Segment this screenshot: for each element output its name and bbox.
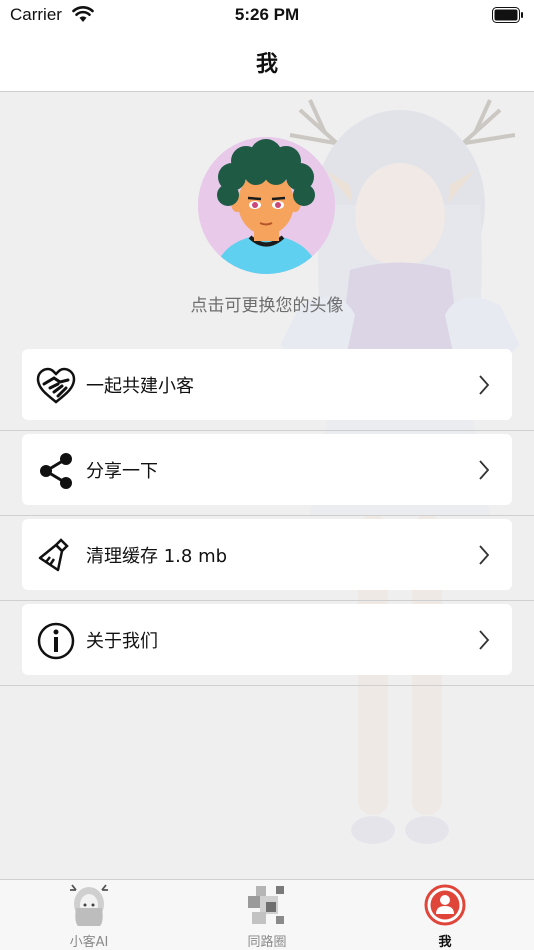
chevron-right-icon (479, 545, 490, 565)
settings-menu: 一起共建小客 分享一下 清理缓存 1.8 mb 关于我们 (0, 346, 534, 686)
tab-bar: 小客AI 同路圈 我 (0, 879, 534, 950)
menu-label: 一起共建小客 (86, 376, 194, 397)
menu-card[interactable]: 分享一下 (22, 434, 512, 505)
tab-me[interactable]: 我 (356, 880, 534, 950)
page-title: 我 (255, 52, 278, 77)
menu-label: 分享一下 (86, 461, 158, 482)
menu-label: 关于我们 (86, 631, 158, 652)
anime-girl-icon (70, 884, 108, 926)
tab-label: 我 (438, 935, 452, 950)
chevron-right-icon (479, 375, 490, 395)
tab-label: 小客AI (69, 935, 109, 950)
menu-card[interactable]: 一起共建小客 (22, 349, 512, 420)
menu-item-clear-cache[interactable]: 清理缓存 1.8 mb (0, 516, 534, 601)
grid-blocks-icon (248, 886, 284, 924)
menu-item-contribute[interactable]: 一起共建小客 (0, 346, 534, 431)
chevron-right-icon (479, 630, 490, 650)
status-bar: Carrier 5:26 PM (0, 0, 534, 30)
chevron-right-icon (479, 460, 490, 480)
menu-item-share[interactable]: 分享一下 (0, 431, 534, 516)
tab-label: 同路圈 (247, 935, 287, 950)
avatar-hint-text: 点击可更换您的头像 (190, 296, 344, 316)
broom-icon (38, 538, 69, 572)
menu-item-about[interactable]: 关于我们 (0, 601, 534, 686)
handshake-heart-icon (36, 367, 76, 404)
menu-card[interactable]: 清理缓存 1.8 mb (22, 519, 512, 590)
tab-tonglu-circle[interactable]: 同路圈 (178, 880, 356, 950)
share-icon (40, 453, 72, 489)
menu-label: 清理缓存 1.8 mb (86, 546, 228, 567)
avatar-image (198, 137, 335, 274)
status-time: 5:26 PM (234, 5, 300, 24)
battery-icon (492, 7, 523, 23)
avatar[interactable] (198, 137, 335, 274)
menu-card[interactable]: 关于我们 (22, 604, 512, 675)
info-icon (37, 622, 75, 660)
user-icon (424, 884, 466, 926)
tab-xiaoke-ai[interactable]: 小客AI (0, 880, 178, 950)
navigation-bar: 我 (0, 30, 534, 92)
